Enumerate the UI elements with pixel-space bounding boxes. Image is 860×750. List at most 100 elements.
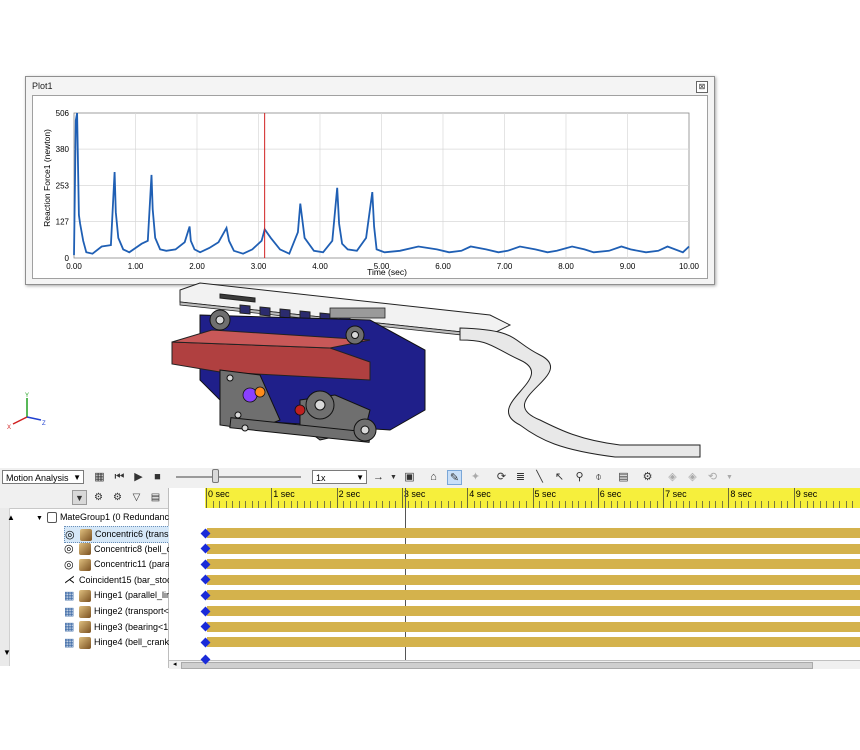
ruler-minor-tick — [539, 501, 541, 508]
autokey-icon[interactable]: ✎ — [447, 470, 462, 485]
ruler-minor-tick — [330, 501, 332, 508]
play-icon[interactable]: ▶ — [131, 470, 146, 485]
key-property-bar[interactable] — [207, 559, 860, 570]
ruler-minor-tick — [604, 501, 606, 508]
results-plots-icon[interactable]: ▤ — [616, 470, 631, 485]
gravity-icon[interactable]: ⌽ — [591, 470, 606, 485]
calculate-icon[interactable]: ▦ — [92, 470, 107, 485]
ruler-minor-tick — [499, 501, 501, 508]
filter-results-icon[interactable]: ▽ — [129, 490, 144, 505]
tree-item[interactable]: ▦ Hinge4 (bell_crank — [64, 635, 169, 650]
x-tick-label: 0.00 — [66, 262, 82, 271]
simulation-setup-icon[interactable]: ◈ — [665, 470, 680, 485]
ruler-minor-tick — [852, 501, 854, 508]
playback-speed-select[interactable]: 1x ▼ — [312, 470, 367, 484]
tree-group-mategroup1[interactable]: ▼ MateGroup1 (0 Redundanc — [36, 510, 169, 525]
ruler-minor-tick — [767, 501, 769, 508]
stop-icon[interactable]: ■ — [150, 470, 165, 485]
ruler-minor-tick — [428, 501, 430, 508]
ruler-minor-tick — [441, 501, 443, 508]
play-from-start-icon[interactable]: ⏮ — [112, 470, 127, 485]
tree-item[interactable]: ◎ Concentric11 (para — [64, 557, 170, 572]
add-key-icon[interactable]: ✦ — [468, 470, 483, 485]
damper-icon[interactable]: ╲ — [532, 470, 547, 485]
ruler-minor-tick — [290, 501, 292, 508]
timeline-scroll-thumb[interactable] — [181, 662, 813, 669]
ruler-minor-tick — [284, 501, 286, 508]
ruler-minor-tick — [787, 501, 789, 508]
ruler-minor-tick — [506, 501, 508, 508]
ruler-minor-tick — [317, 501, 318, 508]
y-tick-label: 506 — [56, 109, 70, 118]
tree-item[interactable]: ▦ Hinge1 (parallel_lin — [64, 588, 171, 603]
key-property-bar[interactable] — [207, 543, 860, 554]
playback-slider-thumb[interactable] — [212, 469, 219, 483]
ruler-minor-tick — [754, 501, 756, 508]
tree-item[interactable]: ◎ Concentric8 (bell_c — [64, 542, 171, 557]
ruler-minor-tick — [421, 501, 423, 508]
close-icon[interactable]: ⊠ — [696, 81, 708, 93]
tree-filter-bar: ▼ ⚙ ⚙ ▽ ▤ — [0, 488, 168, 509]
tree-item[interactable]: ▦ Hinge3 (bearing<1 — [64, 620, 168, 635]
timeline-scrollbar[interactable]: ◂ — [169, 660, 860, 669]
x-axis-label: Time (sec) — [367, 267, 407, 277]
ruler-minor-tick — [623, 501, 625, 508]
ruler-minor-tick — [689, 501, 691, 508]
spring-icon[interactable]: ≣ — [513, 470, 528, 485]
ruler-minor-tick — [447, 501, 449, 508]
ruler-minor-tick — [643, 501, 645, 508]
coincident-mate-icon: ⋌ — [64, 574, 75, 587]
ruler-minor-tick — [839, 501, 841, 508]
ruler-minor-tick — [747, 501, 749, 508]
contact-icon[interactable]: ⚲ — [572, 470, 587, 485]
ruler-major-tick — [271, 488, 273, 508]
plot-window: Plot1 ⊠ 0 127 253 380 506 0.00 1.00 2.00 3.00 4.0… — [25, 76, 715, 285]
svg-text:Y: Y — [25, 393, 29, 399]
concentric-mate-icon: ◎ — [64, 543, 74, 556]
scroll-down-arrow-icon[interactable]: ▼ — [3, 645, 11, 660]
save-animation-icon[interactable]: ▣ — [402, 470, 417, 485]
ruler-minor-tick — [212, 501, 214, 508]
timeline-panel[interactable]: 0 sec 1 sec 2 sec 3 sec 4 sec 5 sec 6 sec 7 sec… — [169, 488, 860, 669]
plot-area: 0 127 253 380 506 0.00 1.00 2.00 3.00 4.00 5.00 6.0… — [32, 95, 708, 279]
key-property-bar[interactable] — [207, 621, 860, 632]
playback-mode-icon[interactable]: → — [371, 470, 386, 485]
time-ruler[interactable]: 0 sec 1 sec 2 sec 3 sec 4 sec 5 sec 6 sec 7 sec… — [205, 488, 860, 508]
tree-item[interactable]: ◎ Concentric6 (trans — [64, 526, 170, 543]
tree-scrollbar[interactable] — [0, 508, 10, 666]
ruler-minor-tick — [741, 501, 743, 508]
gear-icon[interactable]: ⚙ — [640, 470, 655, 485]
mechanism-model-viewport[interactable] — [160, 280, 720, 470]
scroll-left-arrow-icon[interactable]: ◂ — [173, 661, 177, 669]
tree-item[interactable]: ▦ Hinge2 (transport< — [64, 604, 169, 619]
tree-item[interactable]: ⋌ Coincident15 (bar_stoc — [64, 573, 172, 588]
sort-icon[interactable]: ▤ — [148, 490, 163, 505]
animation-wizard-icon[interactable]: ⌂ — [426, 470, 441, 485]
chevron-down-icon[interactable]: ▼ — [722, 470, 737, 485]
collapse-arrow-icon[interactable]: ▲ — [7, 510, 15, 525]
ruler-minor-tick — [454, 501, 456, 508]
filter-selected-icon[interactable]: ⚙ — [110, 490, 125, 505]
ruler-minor-tick — [558, 501, 560, 508]
chevron-down-icon[interactable]: ▼ — [386, 470, 401, 485]
chevron-down-icon: ▼ — [73, 473, 81, 482]
filter-driving-icon[interactable]: ⚙ — [91, 490, 106, 505]
study-type-select[interactable]: Motion Analysis ▼ — [2, 470, 84, 484]
key-property-bar[interactable] — [207, 606, 860, 616]
tree-item-label: Hinge3 (bearing<1 — [94, 621, 169, 632]
ruler-minor-tick — [219, 501, 221, 508]
axis-triad-icon: Y X Z — [7, 393, 46, 430]
import-motion-icon[interactable]: ⟲ — [705, 470, 720, 485]
force-icon[interactable]: ↖ — [552, 470, 567, 485]
y-tick-label: 253 — [56, 182, 70, 191]
ruler-major-tick — [336, 488, 338, 508]
export-icon[interactable]: ◈ — [685, 470, 700, 485]
key-property-bar[interactable] — [207, 590, 860, 601]
tree-item-label: Hinge1 (parallel_lin — [94, 590, 172, 601]
key-property-bar[interactable] — [207, 528, 860, 538]
key-property-bar[interactable] — [207, 574, 860, 585]
filter-animated-icon[interactable]: ▼ — [72, 490, 87, 505]
motor-icon[interactable]: ⟳ — [494, 470, 509, 485]
playback-slider-track[interactable] — [176, 476, 301, 478]
key-property-bar[interactable] — [207, 637, 860, 648]
